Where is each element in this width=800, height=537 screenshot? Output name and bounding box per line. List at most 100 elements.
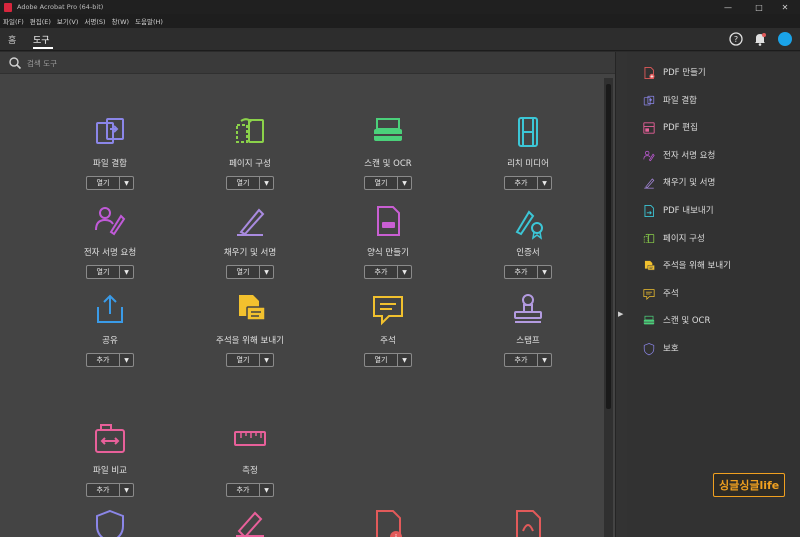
scan-icon[interactable] — [369, 113, 407, 151]
right-panel-item[interactable]: 보호 — [642, 339, 679, 357]
tool-open-button[interactable]: 열기 — [87, 266, 120, 278]
menu-sign[interactable]: 서명(S) — [84, 16, 105, 26]
tool-open-button[interactable]: 추가 — [365, 266, 398, 278]
organize-pages-icon[interactable] — [231, 113, 269, 151]
share-icon[interactable] — [91, 290, 129, 328]
tool-open-button[interactable]: 추가 — [87, 354, 120, 366]
tool-tile[interactable] — [180, 507, 320, 537]
avatar[interactable] — [778, 32, 792, 46]
tool-open-button[interactable]: 추가 — [505, 266, 538, 278]
tab-tools[interactable]: 도구 — [33, 33, 50, 46]
tool-open-button[interactable]: 추가 — [227, 484, 260, 496]
tool-tile[interactable]: 주석을 위해 보내기 열기 ▼ — [180, 290, 320, 367]
combine-files-icon[interactable] — [91, 113, 129, 151]
search-input[interactable]: 검색 도구 — [27, 58, 57, 69]
comment-icon[interactable] — [369, 290, 407, 328]
tool-tile[interactable]: 페이지 구성 열기 ▼ — [180, 113, 320, 190]
scrollbar[interactable] — [604, 78, 613, 537]
tool-open-button[interactable]: 추가 — [87, 484, 120, 496]
stamp-icon[interactable] — [509, 290, 547, 328]
tool-tile[interactable]: 양식 만들기 추가 ▼ — [318, 202, 458, 279]
right-panel-item[interactable]: 주석을 위해 보내기 — [642, 256, 731, 274]
active-tab-indicator — [33, 47, 53, 49]
minimize-button[interactable]: — — [713, 0, 743, 14]
tool-tile[interactable]: 채우기 및 서명 열기 ▼ — [180, 202, 320, 279]
help-icon[interactable]: ? — [728, 31, 744, 47]
tool-open-button[interactable]: 열기 — [227, 354, 260, 366]
menu-edit[interactable]: 편집(E) — [30, 16, 51, 26]
tool-tile[interactable]: i — [318, 507, 458, 537]
tool-open-button[interactable]: 열기 — [365, 177, 398, 189]
measure-icon[interactable] — [231, 420, 269, 458]
chevron-down-icon[interactable]: ▼ — [538, 177, 551, 189]
tool-open-button[interactable]: 열기 — [87, 177, 120, 189]
acrobat-window: Adobe Acrobat Pro (64-bit) — □ ✕ 파일(F) 편… — [0, 0, 800, 537]
rich-media-icon[interactable] — [509, 113, 547, 151]
collapse-panel-icon[interactable]: ▶ — [618, 310, 623, 318]
chevron-down-icon[interactable]: ▼ — [398, 354, 411, 366]
tool-tile[interactable]: 공유 추가 ▼ — [40, 290, 180, 367]
tool-tile[interactable]: 인증서추가 ▼ — [458, 202, 598, 279]
notification-bell-icon[interactable] — [752, 31, 768, 47]
right-panel-item[interactable]: 주석 — [642, 284, 679, 302]
send-for-comments-icon[interactable] — [231, 290, 269, 328]
request-signature-icon[interactable] — [91, 202, 129, 240]
search-bar[interactable]: 검색 도구 — [0, 52, 615, 74]
certificates-icon[interactable] — [509, 202, 547, 240]
print-production-icon[interactable] — [509, 507, 547, 537]
fill-sign-icon[interactable] — [231, 202, 269, 240]
tool-open-button[interactable]: 열기 — [365, 354, 398, 366]
chevron-down-icon[interactable]: ▼ — [538, 354, 551, 366]
chevron-down-icon[interactable]: ▼ — [398, 266, 411, 278]
tool-tile[interactable]: 측정 추가 ▼ — [180, 420, 320, 497]
right-panel-item[interactable]: 전자 서명 요청 — [642, 146, 715, 164]
close-button[interactable]: ✕ — [770, 0, 800, 14]
prepare-form-icon[interactable] — [369, 202, 407, 240]
tool-open-button[interactable]: 열기 — [227, 266, 260, 278]
compare-files-icon[interactable] — [91, 420, 129, 458]
tab-home[interactable]: 홈 — [8, 33, 16, 46]
chevron-down-icon[interactable]: ▼ — [120, 266, 133, 278]
create-pdf-icon — [642, 65, 656, 79]
chevron-down-icon[interactable]: ▼ — [260, 177, 273, 189]
menu-help[interactable]: 도움말(H) — [135, 16, 163, 26]
tool-tile[interactable]: 스탬프추가 ▼ — [458, 290, 598, 367]
tool-tile[interactable]: 리치 미디어 추가 ▼ — [458, 113, 598, 190]
tool-tile[interactable]: 전자 서명 요청 열기 ▼ — [40, 202, 180, 279]
chevron-down-icon[interactable]: ▼ — [120, 177, 133, 189]
chevron-down-icon[interactable]: ▼ — [260, 354, 273, 366]
tool-tile[interactable]: 주석 열기 ▼ — [318, 290, 458, 367]
chevron-down-icon[interactable]: ▼ — [260, 484, 273, 496]
tool-open-button[interactable]: 추가 — [505, 354, 538, 366]
tool-tile[interactable] — [40, 507, 180, 537]
chevron-down-icon[interactable]: ▼ — [260, 266, 273, 278]
chevron-down-icon[interactable]: ▼ — [120, 484, 133, 496]
right-panel-item[interactable]: 파일 결합 — [642, 91, 697, 109]
acrobat-logo-icon — [4, 2, 12, 12]
watermark: 싱글싱글life — [713, 473, 786, 497]
tool-tile[interactable]: 파일 결합 열기 ▼ — [40, 113, 180, 190]
chevron-down-icon[interactable]: ▼ — [538, 266, 551, 278]
right-panel-item[interactable]: 페이지 구성 — [642, 229, 705, 247]
tool-open-button[interactable]: 추가 — [505, 177, 538, 189]
menu-window[interactable]: 창(W) — [112, 16, 129, 26]
tool-tile[interactable] — [458, 507, 598, 537]
tool-label: 스탬프 — [516, 336, 540, 346]
redact-icon[interactable] — [231, 507, 269, 537]
chevron-down-icon[interactable]: ▼ — [398, 177, 411, 189]
chevron-down-icon[interactable]: ▼ — [120, 354, 133, 366]
menu-view[interactable]: 보기(V) — [57, 16, 78, 26]
pdf-standards-icon[interactable]: i — [369, 507, 407, 537]
scrollbar-thumb[interactable] — [606, 84, 611, 409]
right-panel-item[interactable]: 스캔 및 OCR — [642, 311, 710, 329]
right-panel-item[interactable]: PDF 내보내기 — [642, 201, 714, 219]
protect-icon[interactable] — [91, 507, 129, 537]
tool-tile[interactable]: 스캔 및 OCR 열기 ▼ — [318, 113, 458, 190]
tool-tile[interactable]: 파일 비교 추가 ▼ — [40, 420, 180, 497]
right-panel-item[interactable]: 채우기 및 서명 — [642, 173, 715, 191]
tool-label: 인증서 — [516, 248, 540, 258]
tool-open-button[interactable]: 열기 — [227, 177, 260, 189]
right-panel-item[interactable]: PDF 만들기 — [642, 63, 706, 81]
right-panel-item[interactable]: PDF 편집 — [642, 118, 698, 136]
menu-file[interactable]: 파일(F) — [3, 16, 24, 26]
